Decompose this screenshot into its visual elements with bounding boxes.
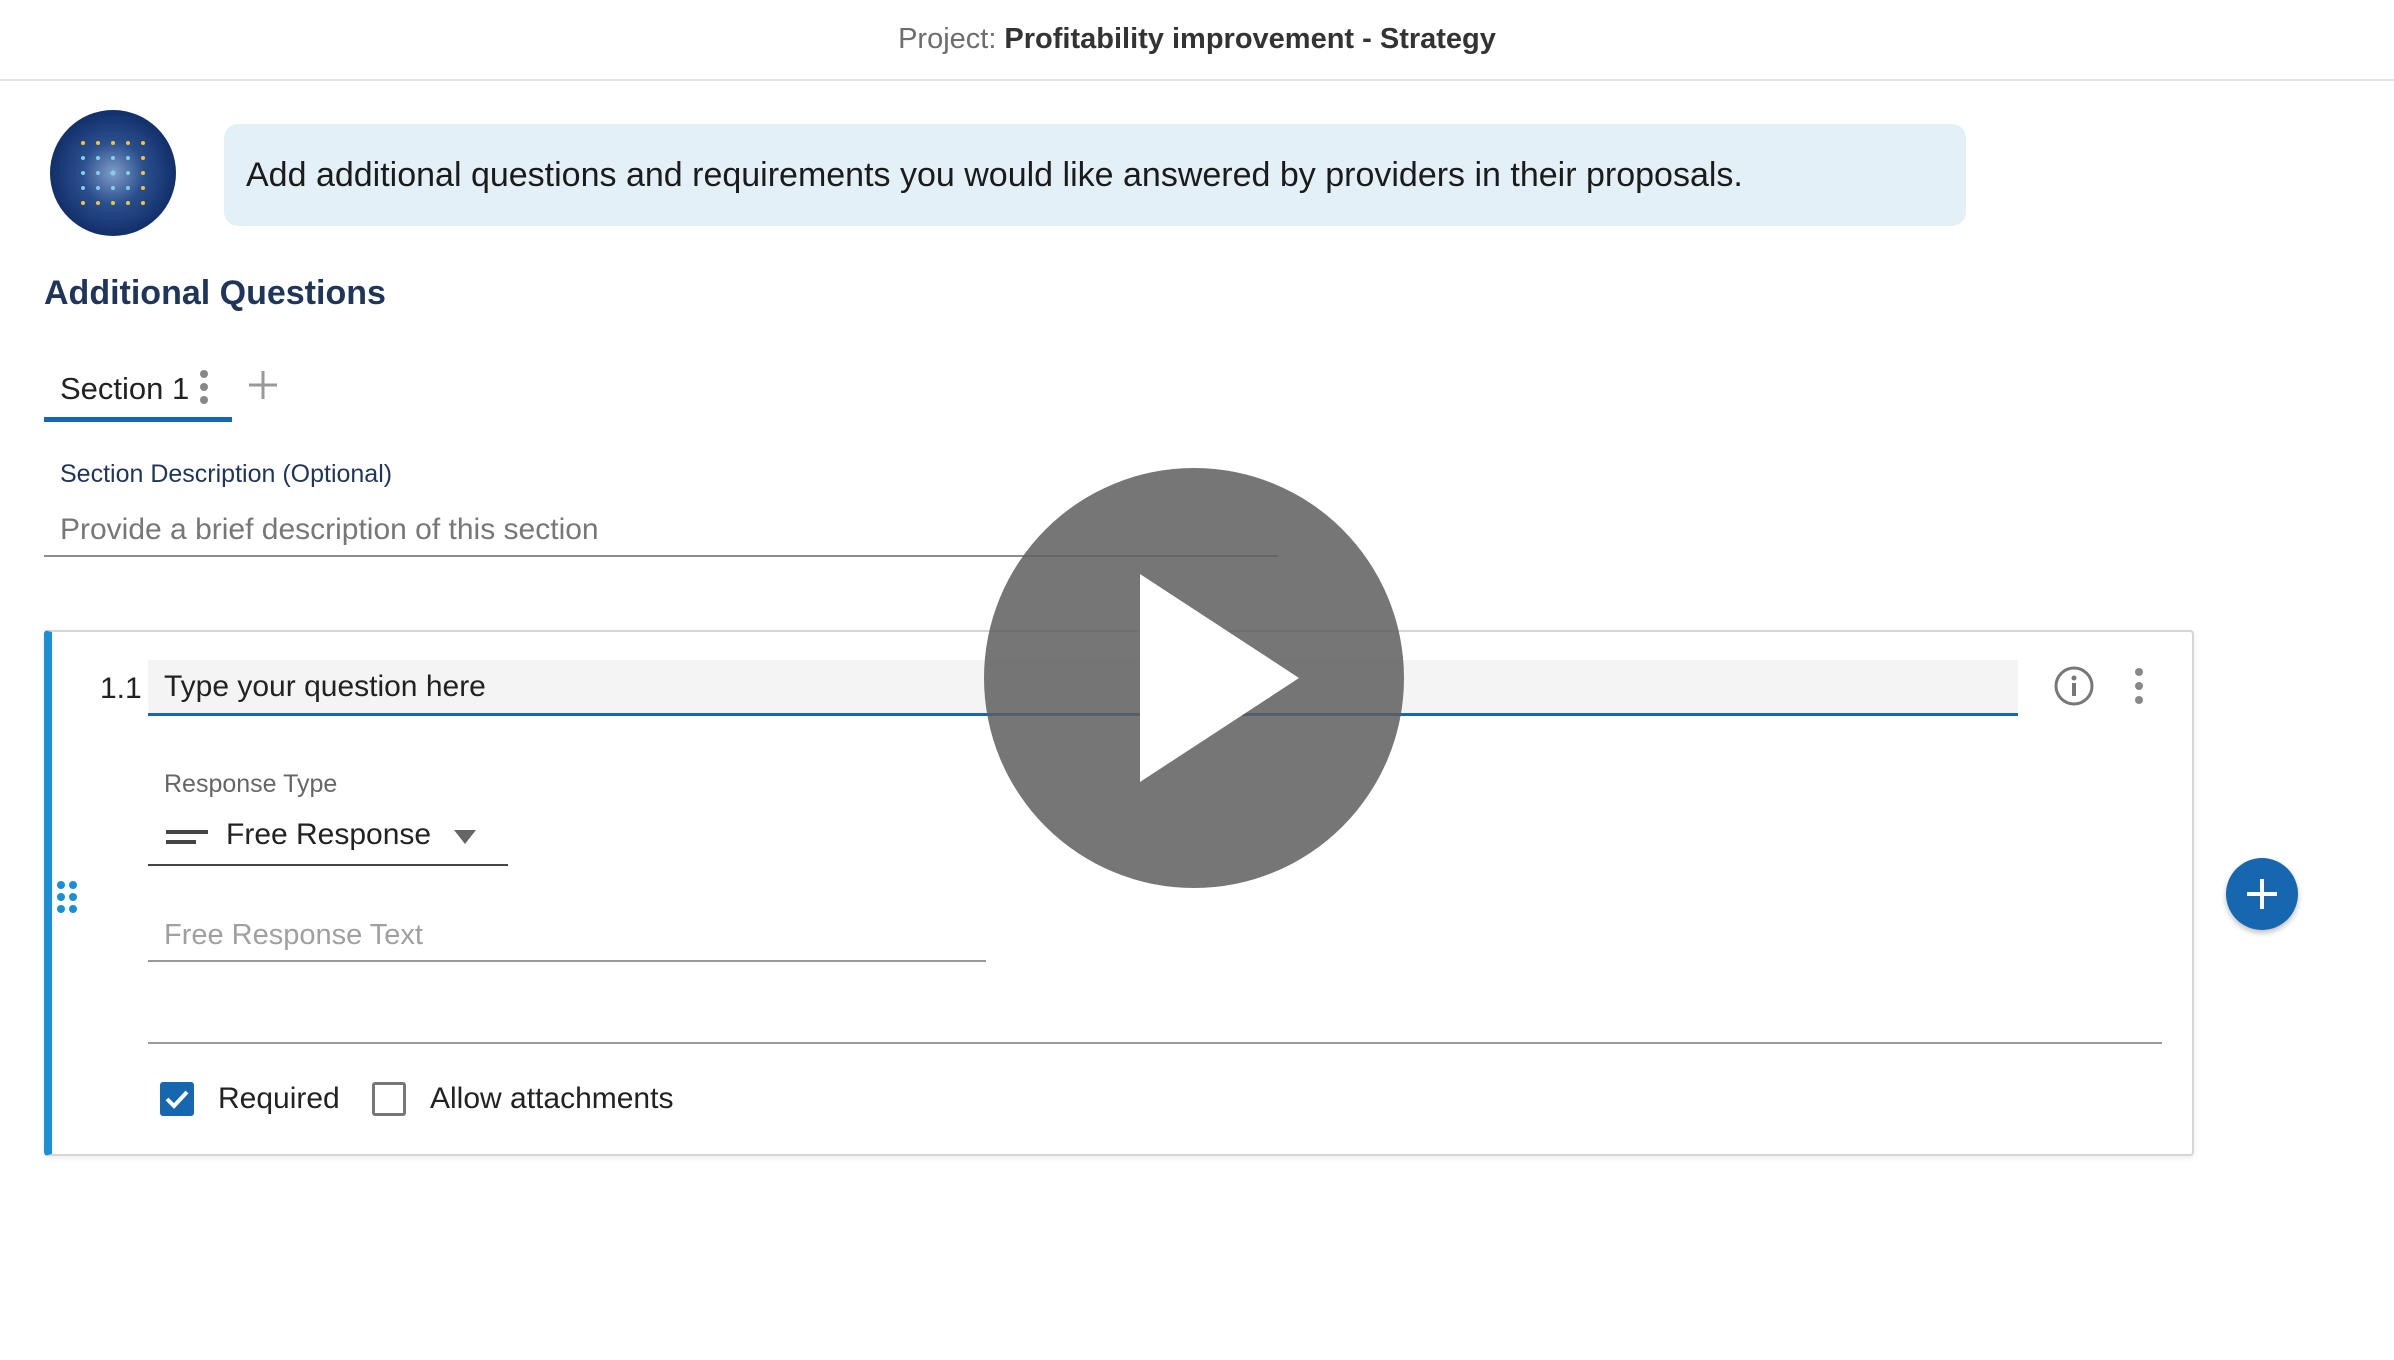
allow-attachments-checkbox-row[interactable]: Allow attachments	[372, 1082, 673, 1116]
project-header: Project: Profitability improvement - Str…	[0, 0, 2394, 81]
add-section-plus-icon[interactable]	[246, 368, 280, 402]
response-type-select[interactable]: Free Response	[148, 808, 508, 866]
allow-attachments-label: Allow attachments	[430, 1082, 674, 1115]
required-checkbox[interactable]	[160, 1082, 194, 1116]
kebab-icon[interactable]	[199, 370, 209, 404]
tab-section-1[interactable]: Section 1	[44, 360, 232, 422]
divider	[148, 1042, 2162, 1044]
required-checkbox-row[interactable]: Required	[160, 1082, 340, 1116]
allow-attachments-checkbox[interactable]	[372, 1082, 406, 1116]
info-icon[interactable]	[2054, 666, 2094, 706]
required-label: Required	[218, 1082, 340, 1115]
response-type-label: Response Type	[164, 770, 338, 798]
avatar-dots-icon	[81, 141, 145, 205]
add-question-button[interactable]	[2226, 858, 2298, 930]
free-response-text-input[interactable]	[148, 910, 986, 962]
assistant-message: Add additional questions and requirement…	[224, 124, 1966, 226]
page-root: Project: Profitability improvement - Str…	[0, 0, 2394, 1360]
section-description-label: Section Description (Optional)	[60, 460, 393, 488]
caret-down-icon	[454, 830, 476, 844]
assistant-avatar	[50, 110, 176, 236]
check-icon	[165, 1090, 189, 1109]
project-label: Project:	[898, 23, 997, 55]
question-kebab-icon[interactable]	[2134, 668, 2144, 704]
tab-label: Section 1	[60, 370, 190, 406]
drag-handle-icon[interactable]	[56, 880, 78, 914]
project-name: Profitability improvement - Strategy	[1004, 23, 1496, 55]
play-icon	[1140, 574, 1299, 782]
lines-icon	[166, 830, 208, 844]
video-play-button[interactable]	[984, 468, 1404, 888]
response-type-value: Free Response	[226, 818, 432, 851]
assistant-message-text: Add additional questions and requirement…	[246, 155, 1743, 194]
question-number: 1.1	[100, 672, 142, 705]
plus-icon	[2247, 879, 2277, 909]
page-title: Additional Questions	[44, 274, 386, 312]
